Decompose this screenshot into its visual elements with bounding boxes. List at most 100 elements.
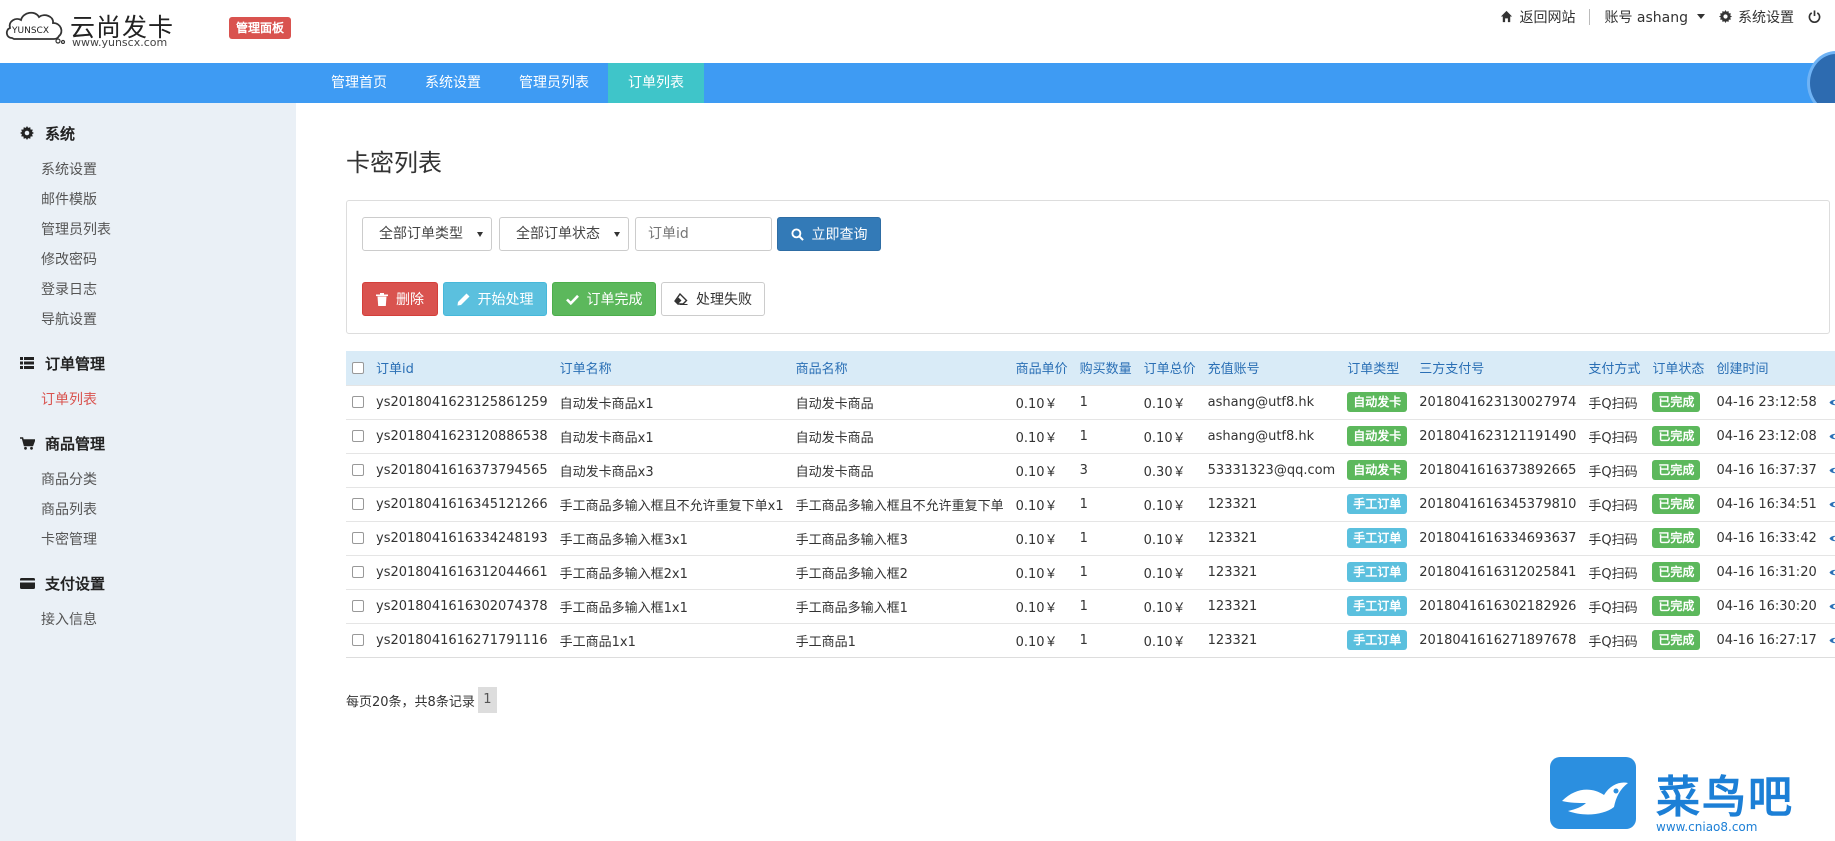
cell-product-name: 手工商品多输入框3 [789, 520, 1010, 555]
check-icon [565, 294, 579, 305]
search-button[interactable]: 立即查询 [777, 217, 881, 251]
cell-pay-method: 手Q扫码 [1582, 622, 1647, 658]
eye-icon [1829, 433, 1835, 439]
nav-item-system-settings[interactable]: 系统设置 [406, 63, 500, 103]
order-detail-link[interactable]: 订单详情 [1829, 495, 1835, 514]
order-detail-link[interactable]: 订单详情 [1829, 461, 1835, 480]
page-number-button[interactable]: 1 [477, 687, 497, 713]
column-header: 订单类型 [1341, 351, 1414, 385]
cloud-logo-icon: YUNSCX [5, 11, 66, 44]
cell-pay-method: 手Q扫码 [1582, 554, 1647, 589]
row-checkbox[interactable] [352, 430, 364, 442]
cell-order-type: 手工订单 [1341, 520, 1414, 555]
order-status-select[interactable]: 全部订单状态 [499, 217, 629, 251]
row-checkbox[interactable] [352, 600, 364, 612]
table-header-row: 订单id 订单名称 商品名称 商品单价 购买数量 订单总价 充值账号 订单类型 … [346, 351, 1835, 385]
order-detail-link[interactable]: 订单详情 [1829, 427, 1835, 446]
sidebar-item-admin-list[interactable]: 管理员列表 [0, 215, 296, 245]
sidebar-group-title: 订单管理 [0, 341, 296, 385]
status-badge: 已完成 [1652, 392, 1701, 412]
cell-third-party-pay-no: 2018041623130027974 [1413, 384, 1583, 419]
process-failed-button[interactable]: 处理失败 [661, 282, 765, 316]
row-select-cell [346, 588, 370, 623]
filter-panel: 全部订单类型 全部订单状态 立即查询 删除 开始处理 订单完成 处理失败 [346, 200, 1830, 334]
cart-icon [19, 436, 35, 450]
system-settings-link[interactable]: 系统设置 [1719, 7, 1794, 27]
delete-button[interactable]: 删除 [362, 282, 438, 316]
cell-created-time: 04-16 16:30:20 [1710, 588, 1823, 623]
sidebar-item-product-list[interactable]: 商品列表 [0, 495, 296, 525]
cell-order-name: 手工商品1x1 [553, 622, 790, 658]
start-processing-button[interactable]: 开始处理 [443, 282, 547, 316]
order-detail-link[interactable]: 订单详情 [1829, 597, 1835, 616]
table-row: ys2018041616312044661 手工商品多输入框2x1 手工商品多输入框… [346, 554, 1835, 589]
sidebar-group-title: 商品管理 [0, 421, 296, 465]
nav-item-admin-list[interactable]: 管理员列表 [500, 63, 608, 103]
sidebar-group-system: 系统 系统设置 邮件模版 管理员列表 修改密码 登录日志 导航设置 [0, 111, 296, 335]
row-checkbox[interactable] [352, 498, 364, 510]
row-checkbox[interactable] [352, 464, 364, 476]
select-all-checkbox[interactable] [352, 361, 364, 374]
status-badge: 已完成 [1652, 460, 1701, 480]
sidebar-group-label: 系统 [45, 124, 76, 143]
order-complete-button[interactable]: 订单完成 [552, 282, 656, 316]
top-right-menu: 返回网站 账号 ashang 系统设置 [1500, 0, 1835, 33]
sidebar-group-products: 商品管理 商品分类 商品列表 卡密管理 [0, 421, 296, 555]
row-checkbox[interactable] [352, 396, 364, 408]
order-detail-link[interactable]: 订单详情 [1829, 529, 1835, 548]
sidebar-group-label: 订单管理 [45, 354, 106, 373]
cell-pay-method: 手Q扫码 [1582, 384, 1647, 419]
system-settings-label: 系统设置 [1738, 9, 1794, 26]
column-header: 三方支付号 [1413, 351, 1583, 385]
sidebar-item-mail-template[interactable]: 邮件模版 [0, 185, 296, 215]
logout-button[interactable] [1808, 10, 1821, 23]
order-detail-link[interactable]: 订单详情 [1829, 631, 1835, 650]
cell-order-name: 自动发卡商品x3 [553, 452, 790, 487]
status-badge: 已完成 [1652, 528, 1701, 548]
row-checkbox[interactable] [352, 634, 364, 646]
site-logo[interactable]: YUNSCX 云尚发卡 www.yunscx.com [4, 6, 194, 49]
order-type-select[interactable]: 全部订单类型 [362, 217, 492, 251]
column-header: 支付方式 [1582, 351, 1647, 385]
pagination-summary: 每页20条，共8条记录 [346, 694, 475, 710]
sidebar-item-login-log[interactable]: 登录日志 [0, 275, 296, 305]
cell-quantity: 1 [1073, 384, 1138, 419]
cell-recharge-account: ashang@utf8.hk [1201, 418, 1342, 453]
cell-order-name: 手工商品多输入框且不允许重复下单x1 [553, 486, 790, 521]
order-id-input[interactable] [635, 217, 772, 251]
nav-item-order-list[interactable]: 订单列表 [608, 63, 704, 103]
account-dropdown[interactable]: 账号 ashang [1604, 7, 1705, 27]
row-checkbox[interactable] [352, 566, 364, 578]
cell-order-status: 已完成 [1646, 418, 1711, 453]
order-detail-link[interactable]: 订单详情 [1829, 393, 1835, 412]
eye-icon [1829, 569, 1835, 575]
cell-unit-price: 0.10￥ [1009, 418, 1074, 453]
sidebar-item-access-info[interactable]: 接入信息 [0, 605, 296, 635]
nav-item-admin-home[interactable]: 管理首页 [312, 63, 406, 103]
cell-unit-price: 0.10￥ [1009, 554, 1074, 589]
sidebar-item-product-category[interactable]: 商品分类 [0, 465, 296, 495]
chevron-down-icon [477, 232, 483, 237]
sidebar-item-nav-settings[interactable]: 导航设置 [0, 305, 296, 335]
sidebar-item-card-management[interactable]: 卡密管理 [0, 525, 296, 555]
sidebar-item-system-settings[interactable]: 系统设置 [0, 155, 296, 185]
logo-badge-text: YUNSCX [11, 26, 49, 36]
cell-actions: 订单详情 [1822, 554, 1835, 589]
table-row: ys2018041623125861259 自动发卡商品x1 自动发卡商品 0.10￥… [346, 384, 1835, 419]
row-checkbox[interactable] [352, 532, 364, 544]
cell-order-name: 手工商品多输入框1x1 [553, 588, 790, 623]
cell-order-name: 自动发卡商品x1 [553, 418, 790, 453]
cell-order-id: ys2018041623125861259 [370, 384, 554, 419]
cell-actions: 订单详情 [1822, 588, 1835, 623]
back-to-site-link[interactable]: 返回网站 [1500, 7, 1575, 27]
order-detail-link[interactable]: 订单详情 [1829, 563, 1835, 582]
sidebar-item-order-list[interactable]: 订单列表 [0, 385, 296, 415]
main-content: 卡密列表 全部订单类型 全部订单状态 立即查询 删除 开始处理 订单完成 [296, 103, 1835, 841]
cell-created-time: 04-16 16:27:17 [1710, 622, 1823, 658]
cell-order-id: ys2018041623120886538 [370, 418, 554, 453]
sidebar-item-change-password[interactable]: 修改密码 [0, 245, 296, 275]
pagination: 每页20条，共8条记录 1 [346, 687, 497, 713]
start-processing-label: 开始处理 [477, 292, 534, 308]
cell-order-id: ys2018041616302074378 [370, 588, 554, 623]
credit-card-icon [19, 577, 35, 589]
